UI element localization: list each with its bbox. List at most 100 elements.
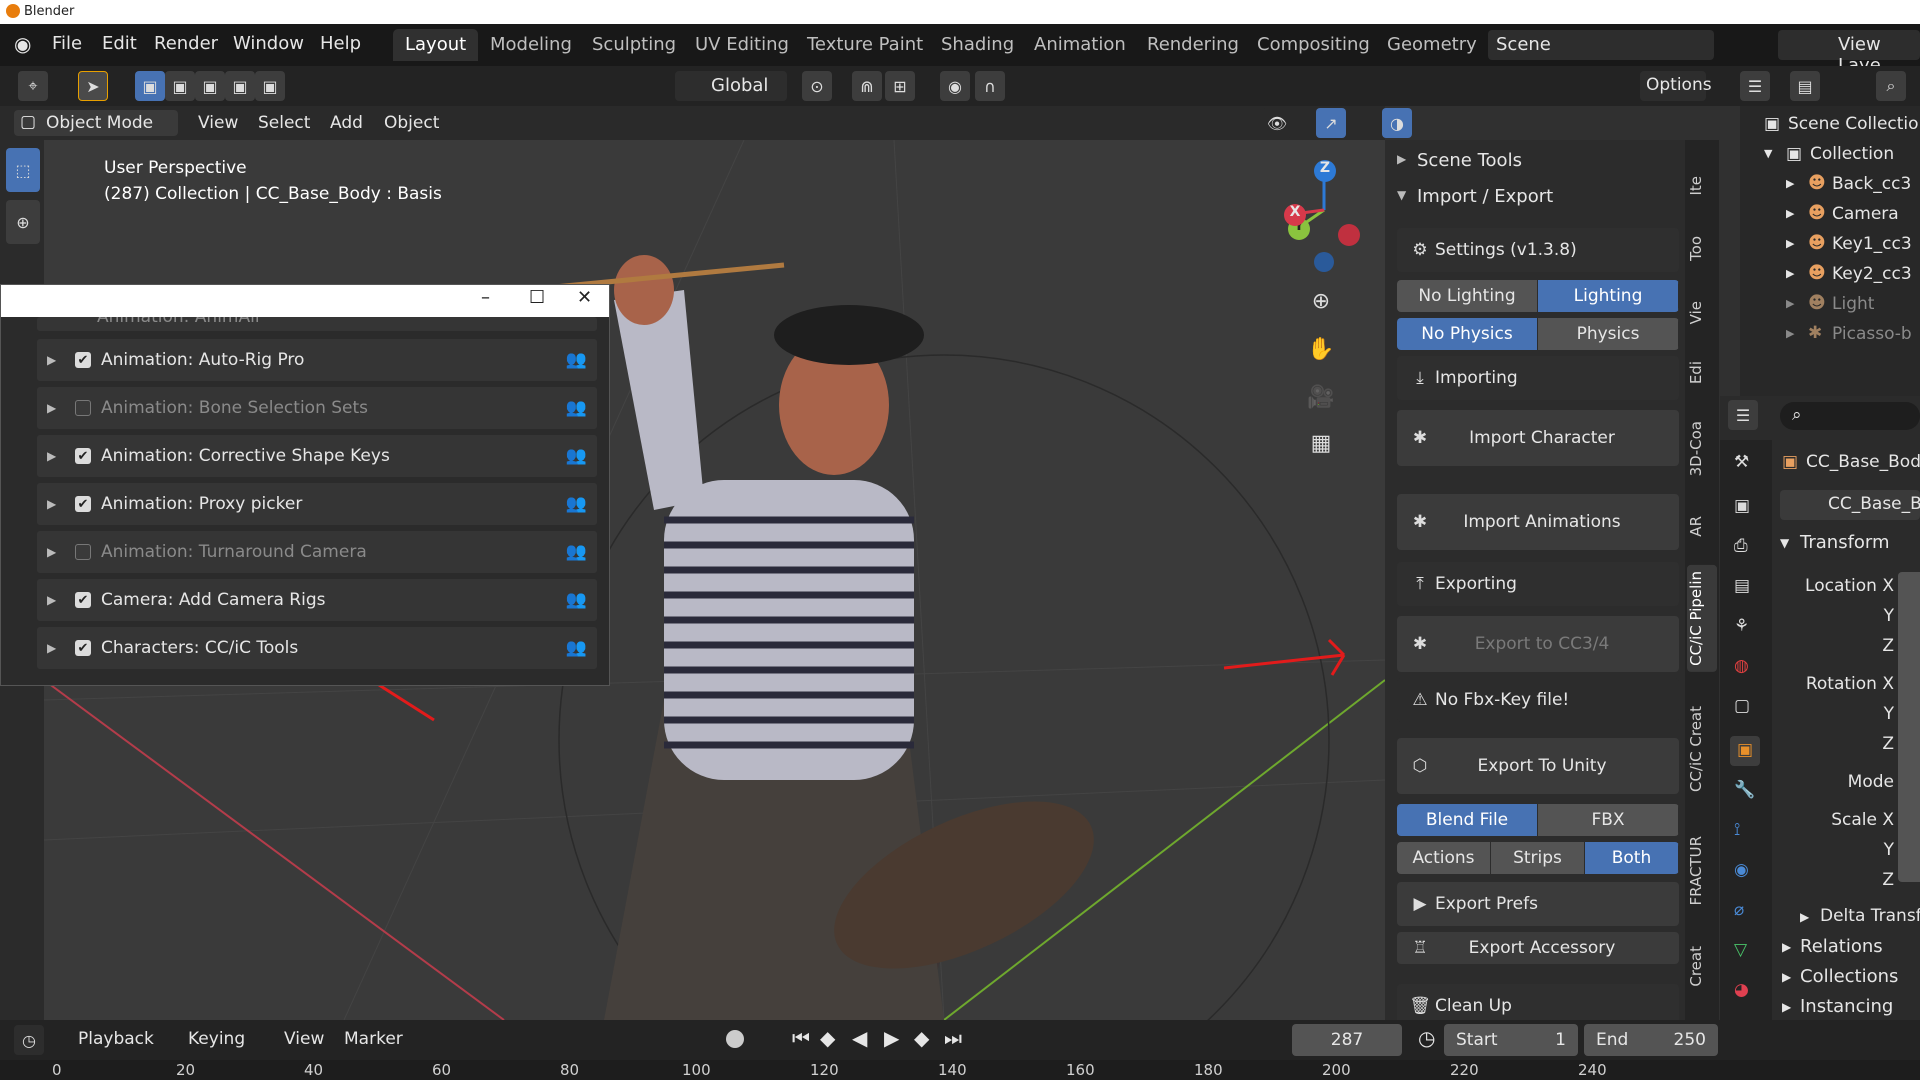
world-tab-icon[interactable]: ◍: [1734, 656, 1749, 676]
view-layer-selector[interactable]: View Laye: [1778, 30, 1920, 76]
tab-tool[interactable]: Too: [1687, 230, 1717, 267]
object-tab-icon[interactable]: ▣: [1730, 736, 1760, 766]
material-tab-icon[interactable]: ◕: [1734, 980, 1749, 1000]
blender-menu-icon[interactable]: ◉: [14, 32, 31, 56]
minimize-icon[interactable]: –: [481, 287, 490, 308]
strips-button[interactable]: Strips: [1491, 842, 1585, 874]
tool-tab-icon[interactable]: ⚒: [1734, 452, 1749, 472]
view-layer-tab-icon[interactable]: ▤: [1734, 576, 1750, 596]
expand-arrow-icon[interactable]: ▶: [1786, 237, 1794, 250]
prev-keyframe-icon[interactable]: ◆: [820, 1026, 835, 1050]
select-box-intersect-icon[interactable]: ▣: [255, 71, 285, 101]
record-icon[interactable]: [726, 1030, 744, 1048]
export-prefs-section[interactable]: ▶ Export Prefs: [1397, 882, 1679, 926]
timeline-keying[interactable]: Keying: [180, 1026, 253, 1052]
display-mode-icon[interactable]: ▤: [1790, 71, 1820, 101]
importing-section[interactable]: ⤓ Importing: [1397, 356, 1679, 400]
format-toggle[interactable]: Blend File FBX: [1397, 804, 1679, 836]
falloff-icon[interactable]: ∩: [975, 71, 1005, 101]
play-reverse-icon[interactable]: ◀: [852, 1026, 867, 1050]
addon-row[interactable]: ▶ ✔ Animation: Auto-Rig Pro 👥: [37, 339, 597, 381]
expand-icon[interactable]: ▶: [47, 353, 67, 367]
timeline-playback[interactable]: Playback: [70, 1026, 162, 1052]
select-box-new-icon[interactable]: ▣: [135, 71, 165, 101]
actions-button[interactable]: Actions: [1397, 842, 1491, 874]
physics-toggle[interactable]: No Physics Physics: [1397, 318, 1679, 350]
addon-row[interactable]: ▶ ✔ Characters: CC/iC Tools 👥: [37, 627, 597, 669]
section-delta-transform[interactable]: Delta Transf: [1820, 906, 1920, 926]
visibility-icon[interactable]: 👁: [1262, 108, 1292, 138]
outliner-item[interactable]: ▶ ☻ Camera: [1740, 200, 1920, 230]
addon-row[interactable]: ▶ ✔ Animation: Corrective Shape Keys 👥: [37, 435, 597, 477]
timeline-view[interactable]: View: [276, 1026, 332, 1052]
select-box-extend-icon[interactable]: ▣: [165, 71, 195, 101]
tab-cc-ic-pipeline[interactable]: CC/iC Pipelin: [1687, 565, 1717, 672]
addon-checkbox[interactable]: ✔: [75, 640, 91, 656]
transform-header[interactable]: Transform: [1800, 532, 1890, 553]
addon-row[interactable]: ▶ Animation: Turnaround Camera 👥: [37, 531, 597, 573]
import-animations-button[interactable]: ✱ Import Animations: [1397, 494, 1679, 550]
editor-type-icon[interactable]: ⌖: [18, 71, 48, 101]
tab-rendering[interactable]: Rendering: [1135, 29, 1251, 61]
expand-arrow-icon[interactable]: ▼: [1780, 536, 1789, 550]
expand-icon[interactable]: ▶: [47, 545, 67, 559]
mode-dropdown[interactable]: ▢ Object Mode: [14, 110, 178, 136]
expand-arrow-icon[interactable]: ▶: [1786, 177, 1794, 190]
select-box-subtract-icon[interactable]: ▣: [195, 71, 225, 101]
particles-tab-icon[interactable]: ⟟: [1734, 820, 1740, 840]
header-select[interactable]: Select: [250, 110, 318, 136]
preferences-window[interactable]: – ☐ ✕ Animation: AnimAll ▶ ✔ Animation: …: [0, 284, 610, 686]
constraints-tab-icon[interactable]: ⌀: [1734, 900, 1744, 920]
properties-editor-icon[interactable]: ☰: [1728, 400, 1758, 430]
outliner-scene-collection[interactable]: ▣ Scene Collection: [1740, 110, 1920, 140]
expand-arrow-icon[interactable]: ▶: [1786, 267, 1794, 280]
action-toggle[interactable]: Actions Strips Both: [1397, 842, 1679, 874]
expand-arrow-icon[interactable]: ▶: [1782, 940, 1791, 954]
tab-edit[interactable]: Edi: [1687, 355, 1717, 390]
expand-arrow-icon[interactable]: ▶: [1800, 910, 1809, 924]
header-add[interactable]: Add: [322, 110, 371, 136]
current-frame-field[interactable]: 287: [1292, 1024, 1402, 1056]
expand-arrow-icon[interactable]: ▶: [1782, 970, 1791, 984]
addon-checkbox[interactable]: [75, 400, 91, 416]
timeline-ruler[interactable]: 0 20 40 60 80 100 120 140 160 180 200 22…: [0, 1060, 1920, 1080]
proportional-editing-icon[interactable]: ◉: [940, 71, 970, 101]
tab-layout[interactable]: Layout: [393, 29, 479, 61]
tab-uv-editing[interactable]: UV Editing: [683, 29, 801, 61]
outliner-collection[interactable]: ▼ ▣ Collection: [1740, 140, 1920, 170]
menu-file[interactable]: File: [52, 33, 82, 54]
export-cc-button[interactable]: ✱ Export to CC3/4: [1397, 616, 1679, 672]
tab-texture-paint[interactable]: Texture Paint: [795, 29, 935, 61]
tab-create[interactable]: Creat: [1687, 940, 1717, 993]
overlay-toggle-icon[interactable]: ◑: [1382, 108, 1412, 138]
expand-icon[interactable]: ▶: [47, 401, 67, 415]
menu-render[interactable]: Render: [154, 33, 218, 54]
collapse-arrow-icon[interactable]: ▶: [1397, 152, 1406, 166]
physics-tab-icon[interactable]: ◉: [1734, 860, 1749, 880]
tab-sculpting[interactable]: Sculpting: [580, 29, 688, 61]
addon-checkbox[interactable]: ✔: [75, 592, 91, 608]
fbx-button[interactable]: FBX: [1538, 804, 1679, 836]
close-icon[interactable]: ✕: [577, 287, 592, 308]
cursor-icon[interactable]: ⊕: [6, 200, 40, 244]
modifier-tab-icon[interactable]: 🔧: [1734, 780, 1755, 800]
scene-tab-icon[interactable]: ⚘: [1734, 616, 1749, 636]
transform-fields[interactable]: [1898, 572, 1920, 882]
tab-3d-coat[interactable]: 3D-Coa: [1687, 415, 1717, 482]
tab-item[interactable]: Ite: [1687, 170, 1717, 202]
tab-cc-ic-create[interactable]: CC/iC Creat: [1687, 700, 1717, 798]
expand-icon[interactable]: ▶: [47, 497, 67, 511]
addon-row[interactable]: ▶ ✔ Animation: Proxy picker 👥: [37, 483, 597, 525]
tab-fracture[interactable]: FRACTUR: [1687, 830, 1717, 911]
physics-button[interactable]: Physics: [1538, 318, 1679, 350]
export-unity-button[interactable]: ⬡ Export To Unity: [1397, 738, 1679, 794]
tab-animation[interactable]: Animation: [1022, 29, 1138, 61]
header-view[interactable]: View: [190, 110, 246, 136]
options-dropdown[interactable]: Options: [1640, 71, 1712, 101]
expand-arrow-icon[interactable]: ▶: [1786, 297, 1794, 310]
output-tab-icon[interactable]: ⎙: [1734, 536, 1748, 556]
gizmo-toggle-icon[interactable]: ↗: [1316, 108, 1346, 138]
lighting-toggle[interactable]: No Lighting Lighting: [1397, 280, 1679, 312]
import-export-header[interactable]: Import / Export: [1417, 186, 1553, 207]
end-frame-field[interactable]: End 250: [1584, 1024, 1718, 1056]
